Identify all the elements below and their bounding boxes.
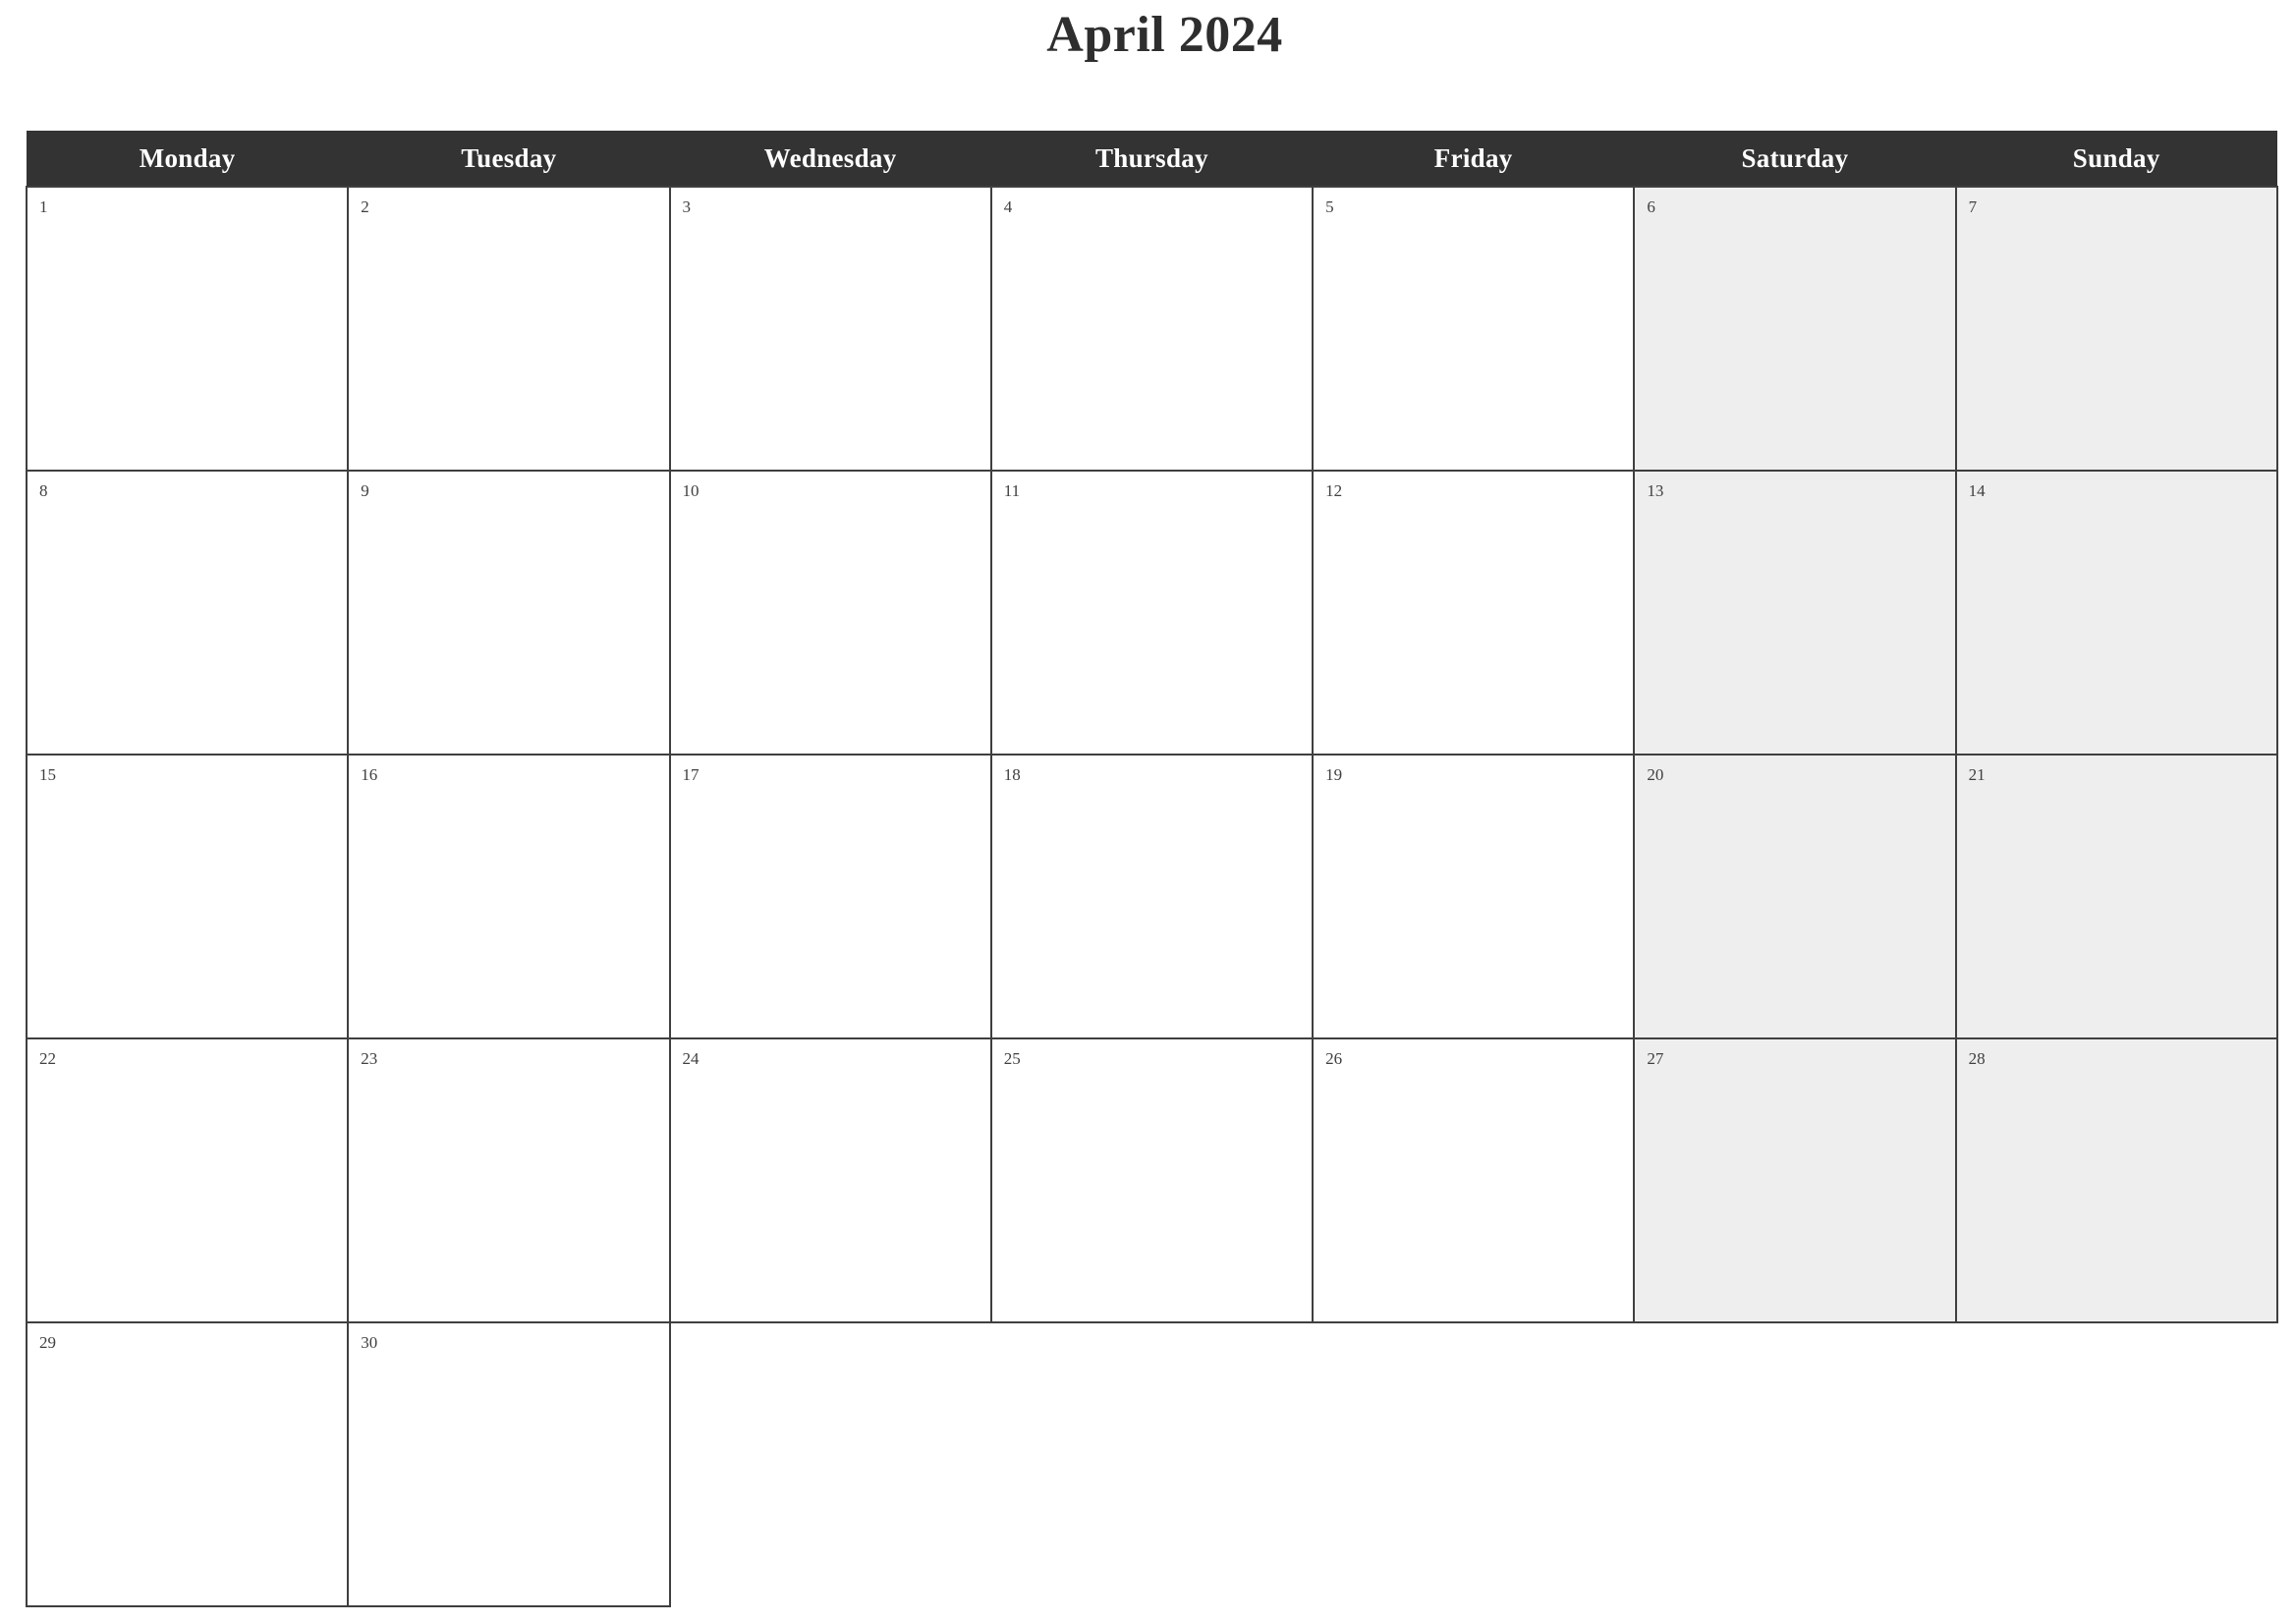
day-cell[interactable]: 6 bbox=[1633, 186, 1957, 472]
empty-day-cell bbox=[1313, 1322, 1634, 1606]
weekday-header-wednesday: Wednesday bbox=[669, 131, 991, 187]
day-number: 29 bbox=[39, 1333, 56, 1352]
day-cell[interactable]: 22 bbox=[25, 1037, 350, 1323]
calendar-week-row: 1 2 3 4 5 6 7 bbox=[25, 186, 2278, 472]
day-number: 25 bbox=[1003, 1049, 1021, 1068]
day-cell[interactable]: 28 bbox=[1954, 1037, 2278, 1323]
day-cell[interactable]: 14 bbox=[1954, 470, 2278, 756]
day-cell[interactable]: 8 bbox=[25, 470, 350, 756]
day-cell[interactable]: 24 bbox=[668, 1037, 992, 1323]
day-cell[interactable]: 2 bbox=[347, 186, 671, 472]
day-cell[interactable]: 19 bbox=[1312, 754, 1636, 1039]
day-number: 15 bbox=[39, 765, 56, 784]
day-cell[interactable]: 7 bbox=[1954, 186, 2278, 472]
empty-day-cell bbox=[991, 1322, 1313, 1606]
day-cell[interactable]: 23 bbox=[347, 1037, 671, 1323]
calendar-body: 1 2 3 4 5 6 7 8 9 10 11 12 13 14 15 16 1… bbox=[25, 186, 2278, 1607]
calendar-week-row: 29 30 bbox=[25, 1321, 2277, 1607]
day-number: 17 bbox=[682, 765, 700, 784]
monthly-calendar-table: Monday Tuesday Wednesday Thursday Friday… bbox=[25, 131, 2278, 1607]
calendar-page: April 2024 Monday Tuesday Wednesday Thur… bbox=[0, 0, 2296, 1624]
day-number: 2 bbox=[361, 197, 369, 216]
weekday-header-monday: Monday bbox=[27, 131, 349, 187]
calendar-week-row: 15 16 17 18 19 20 21 bbox=[25, 754, 2278, 1039]
day-cell[interactable]: 3 bbox=[668, 186, 992, 472]
day-number: 7 bbox=[1968, 197, 1978, 216]
day-number: 26 bbox=[1325, 1049, 1343, 1068]
day-number: 9 bbox=[361, 481, 369, 500]
day-cell[interactable]: 20 bbox=[1633, 754, 1957, 1039]
day-cell[interactable]: 17 bbox=[668, 754, 992, 1039]
day-number: 5 bbox=[1325, 197, 1334, 216]
day-number: 8 bbox=[39, 481, 48, 500]
day-cell[interactable]: 13 bbox=[1633, 470, 1957, 756]
day-number: 21 bbox=[1968, 765, 1986, 784]
weekday-header-saturday: Saturday bbox=[1634, 131, 1956, 187]
day-number: 22 bbox=[39, 1049, 56, 1068]
empty-day-cell bbox=[1956, 1322, 2277, 1606]
day-cell[interactable]: 1 bbox=[25, 186, 350, 472]
day-cell[interactable]: 11 bbox=[989, 470, 1315, 756]
day-number: 11 bbox=[1003, 481, 1021, 500]
day-number: 1 bbox=[39, 197, 48, 216]
calendar-header: Monday Tuesday Wednesday Thursday Friday… bbox=[27, 131, 2277, 187]
day-cell[interactable]: 18 bbox=[989, 754, 1315, 1039]
day-number: 14 bbox=[1968, 481, 1986, 500]
day-number: 19 bbox=[1325, 765, 1343, 784]
day-cell[interactable]: 29 bbox=[25, 1321, 350, 1607]
day-number: 13 bbox=[1647, 481, 1664, 500]
day-number: 10 bbox=[682, 481, 700, 500]
day-cell[interactable]: 12 bbox=[1312, 470, 1636, 756]
day-cell[interactable]: 4 bbox=[989, 186, 1315, 472]
day-cell[interactable]: 26 bbox=[1312, 1037, 1636, 1323]
day-number: 4 bbox=[1003, 197, 1013, 216]
day-number: 6 bbox=[1647, 197, 1655, 216]
empty-day-cell bbox=[670, 1322, 991, 1606]
day-number: 30 bbox=[361, 1333, 378, 1352]
weekday-header-sunday: Sunday bbox=[1955, 131, 2277, 187]
empty-day-cell bbox=[1634, 1322, 1955, 1606]
page-title: April 2024 bbox=[1046, 7, 1283, 63]
day-number: 18 bbox=[1003, 765, 1021, 784]
day-number: 3 bbox=[682, 197, 692, 216]
day-cell[interactable]: 10 bbox=[668, 470, 992, 756]
day-number: 20 bbox=[1647, 765, 1664, 784]
day-number: 28 bbox=[1968, 1049, 1986, 1068]
calendar-week-row: 22 23 24 25 26 27 28 bbox=[25, 1037, 2278, 1323]
weekday-header-friday: Friday bbox=[1313, 131, 1635, 187]
weekday-header-row: Monday Tuesday Wednesday Thursday Friday… bbox=[27, 131, 2277, 187]
calendar-week-row: 8 9 10 11 12 13 14 bbox=[25, 470, 2278, 756]
day-number: 16 bbox=[361, 765, 378, 784]
day-number: 27 bbox=[1647, 1049, 1664, 1068]
day-cell[interactable]: 9 bbox=[347, 470, 671, 756]
weekday-header-thursday: Thursday bbox=[990, 131, 1314, 187]
day-cell[interactable]: 27 bbox=[1633, 1037, 1957, 1323]
day-number: 24 bbox=[682, 1049, 700, 1068]
day-cell[interactable]: 16 bbox=[347, 754, 671, 1039]
day-cell[interactable]: 21 bbox=[1954, 754, 2278, 1039]
day-cell[interactable]: 30 bbox=[347, 1321, 671, 1607]
day-cell[interactable]: 25 bbox=[989, 1037, 1315, 1323]
day-number: 12 bbox=[1325, 481, 1343, 500]
day-cell[interactable]: 15 bbox=[25, 754, 350, 1039]
day-cell[interactable]: 5 bbox=[1312, 186, 1636, 472]
weekday-header-tuesday: Tuesday bbox=[348, 131, 670, 187]
day-number: 23 bbox=[361, 1049, 378, 1068]
